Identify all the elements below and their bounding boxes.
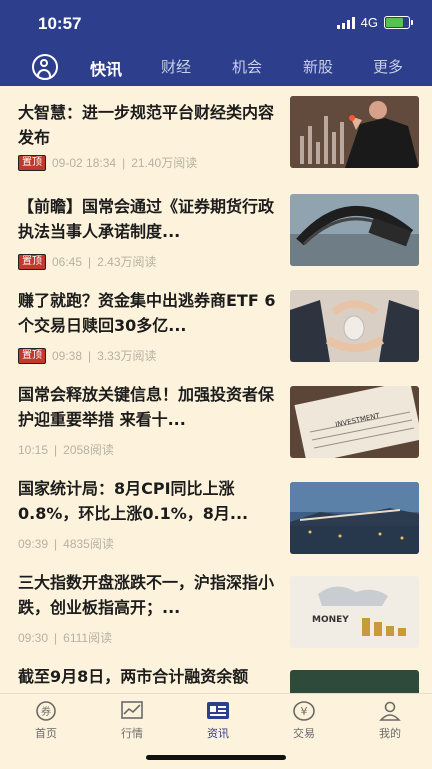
home-indicator[interactable] (146, 755, 286, 760)
tab-mine-label: 我的 (379, 727, 401, 740)
meta-separator: | (54, 536, 58, 551)
news-title: 三大指数开盘涨跌不一，沪指深指小跌，创业板指高开；... (18, 573, 275, 617)
news-time: 09:39 (18, 536, 49, 551)
news-title: 国常会释放关键信息！加强投资者保护迎重要举措 来看十... (18, 385, 275, 429)
svg-text:¥: ¥ (301, 705, 308, 718)
news-thumbnail (290, 194, 419, 266)
news-reads: 6111阅读 (63, 631, 113, 645)
news-reads: 2058阅读 (63, 443, 114, 457)
news-time: 09:30 (18, 630, 49, 645)
home-coin-icon: 券 (34, 700, 58, 722)
meta-separator: | (88, 348, 92, 363)
meta-separator: | (122, 155, 126, 170)
tab-home-label: 首页 (35, 727, 57, 740)
tab-trade-label: 交易 (293, 727, 315, 740)
news-reads: 3.33万阅读 (97, 349, 157, 363)
news-meta: 09:39 | 4835阅读 (18, 535, 114, 552)
meta-separator: | (54, 442, 58, 457)
news-item[interactable]: 国常会释放关键信息！加强投资者保护迎重要举措 来看十... 10:15 | 20… (0, 378, 432, 472)
news-item[interactable]: 三大指数开盘涨跌不一，沪指深指小跌，创业板指高开；... 09:30 | 611… (0, 566, 432, 660)
news-item[interactable]: 国家统计局：8月CPI同比上涨0.8%，环比上涨0.1%，8月... 09:39… (0, 472, 432, 566)
pinned-badge: 置顶 (18, 253, 46, 270)
svg-text:券: 券 (41, 705, 51, 718)
pinned-badge: 置顶 (18, 347, 46, 364)
status-indicators: 4G (336, 15, 413, 30)
status-time: 10:57 (38, 14, 82, 33)
news-item[interactable]: 大智慧：进一步规范平台财经类内容发布 置顶 09-02 18:34 | 21.4… (0, 96, 432, 190)
yen-icon: ¥ (292, 700, 316, 722)
signal-icon (336, 16, 355, 29)
news-meta: 10:15 | 2058阅读 (18, 441, 114, 458)
tab-news-label: 资讯 (207, 727, 229, 740)
news-meta: 09:30 | 6111阅读 (18, 629, 112, 646)
news-meta: 置顶 09-02 18:34 | 21.40万阅读 (18, 154, 197, 171)
news-title: 赚了就跑？资金集中出逃券商ETF 6个交易日赎回30多亿... (18, 291, 276, 335)
tab-home[interactable]: 券 首页 (16, 700, 76, 741)
tab-xingu[interactable]: 新股 (303, 56, 333, 77)
news-time: 06:45 (52, 254, 83, 269)
tab-mine[interactable]: 我的 (360, 700, 420, 741)
tab-caijing[interactable]: 财经 (161, 56, 191, 77)
news-icon (206, 700, 230, 722)
tab-jihui[interactable]: 机会 (232, 56, 262, 77)
news-reads: 4835阅读 (63, 537, 114, 551)
news-time: 09:38 (52, 348, 83, 363)
news-thumbnail (290, 290, 419, 362)
thumb-money-text: MONEY (312, 615, 349, 625)
status-bar: 10:57 4G (0, 0, 432, 48)
tab-news[interactable]: 资讯 (188, 700, 248, 741)
profile-icon (378, 700, 402, 722)
news-title: 【前瞻】国常会通过《证券期货行政执法当事人承诺制度... (18, 197, 275, 241)
meta-separator: | (88, 254, 92, 269)
tab-market-label: 行情 (121, 727, 143, 740)
news-time: 09-02 18:34 (52, 155, 117, 170)
meta-separator: | (54, 630, 58, 645)
news-title: 大智慧：进一步规范平台财经类内容发布 (18, 103, 275, 147)
tab-market[interactable]: 行情 (102, 700, 162, 741)
news-meta: 置顶 06:45 | 2.43万阅读 (18, 253, 157, 270)
pinned-badge: 置顶 (18, 154, 46, 171)
news-reads: 21.40万阅读 (131, 156, 198, 170)
network-label: 4G (360, 15, 378, 30)
tab-more[interactable]: 更多 (373, 56, 403, 77)
news-title: 截至9月8日，两市合计融资余额 (18, 667, 249, 686)
chart-icon (120, 700, 144, 722)
user-icon[interactable] (32, 54, 58, 80)
news-item[interactable]: 【前瞻】国常会通过《证券期货行政执法当事人承诺制度... 置顶 06:45 | … (0, 190, 432, 284)
battery-icon (384, 16, 413, 29)
news-time: 10:15 (18, 442, 49, 457)
news-thumbnail (290, 96, 419, 168)
tab-kuaixun[interactable]: 快讯 (90, 56, 122, 80)
news-thumbnail (290, 482, 419, 554)
top-nav: 快讯 财经 机会 新股 更多 (0, 48, 432, 86)
news-title: 国家统计局：8月CPI同比上涨0.8%，环比上涨0.1%，8月... (18, 479, 249, 523)
news-thumbnail: INVESTMENT (290, 386, 419, 458)
news-meta: 置顶 09:38 | 3.33万阅读 (18, 347, 157, 364)
news-thumbnail: MONEY (290, 576, 419, 648)
tab-trade[interactable]: ¥ 交易 (274, 700, 334, 741)
news-item[interactable]: 赚了就跑？资金集中出逃券商ETF 6个交易日赎回30多亿... 置顶 09:38… (0, 284, 432, 378)
news-reads: 2.43万阅读 (97, 255, 157, 269)
